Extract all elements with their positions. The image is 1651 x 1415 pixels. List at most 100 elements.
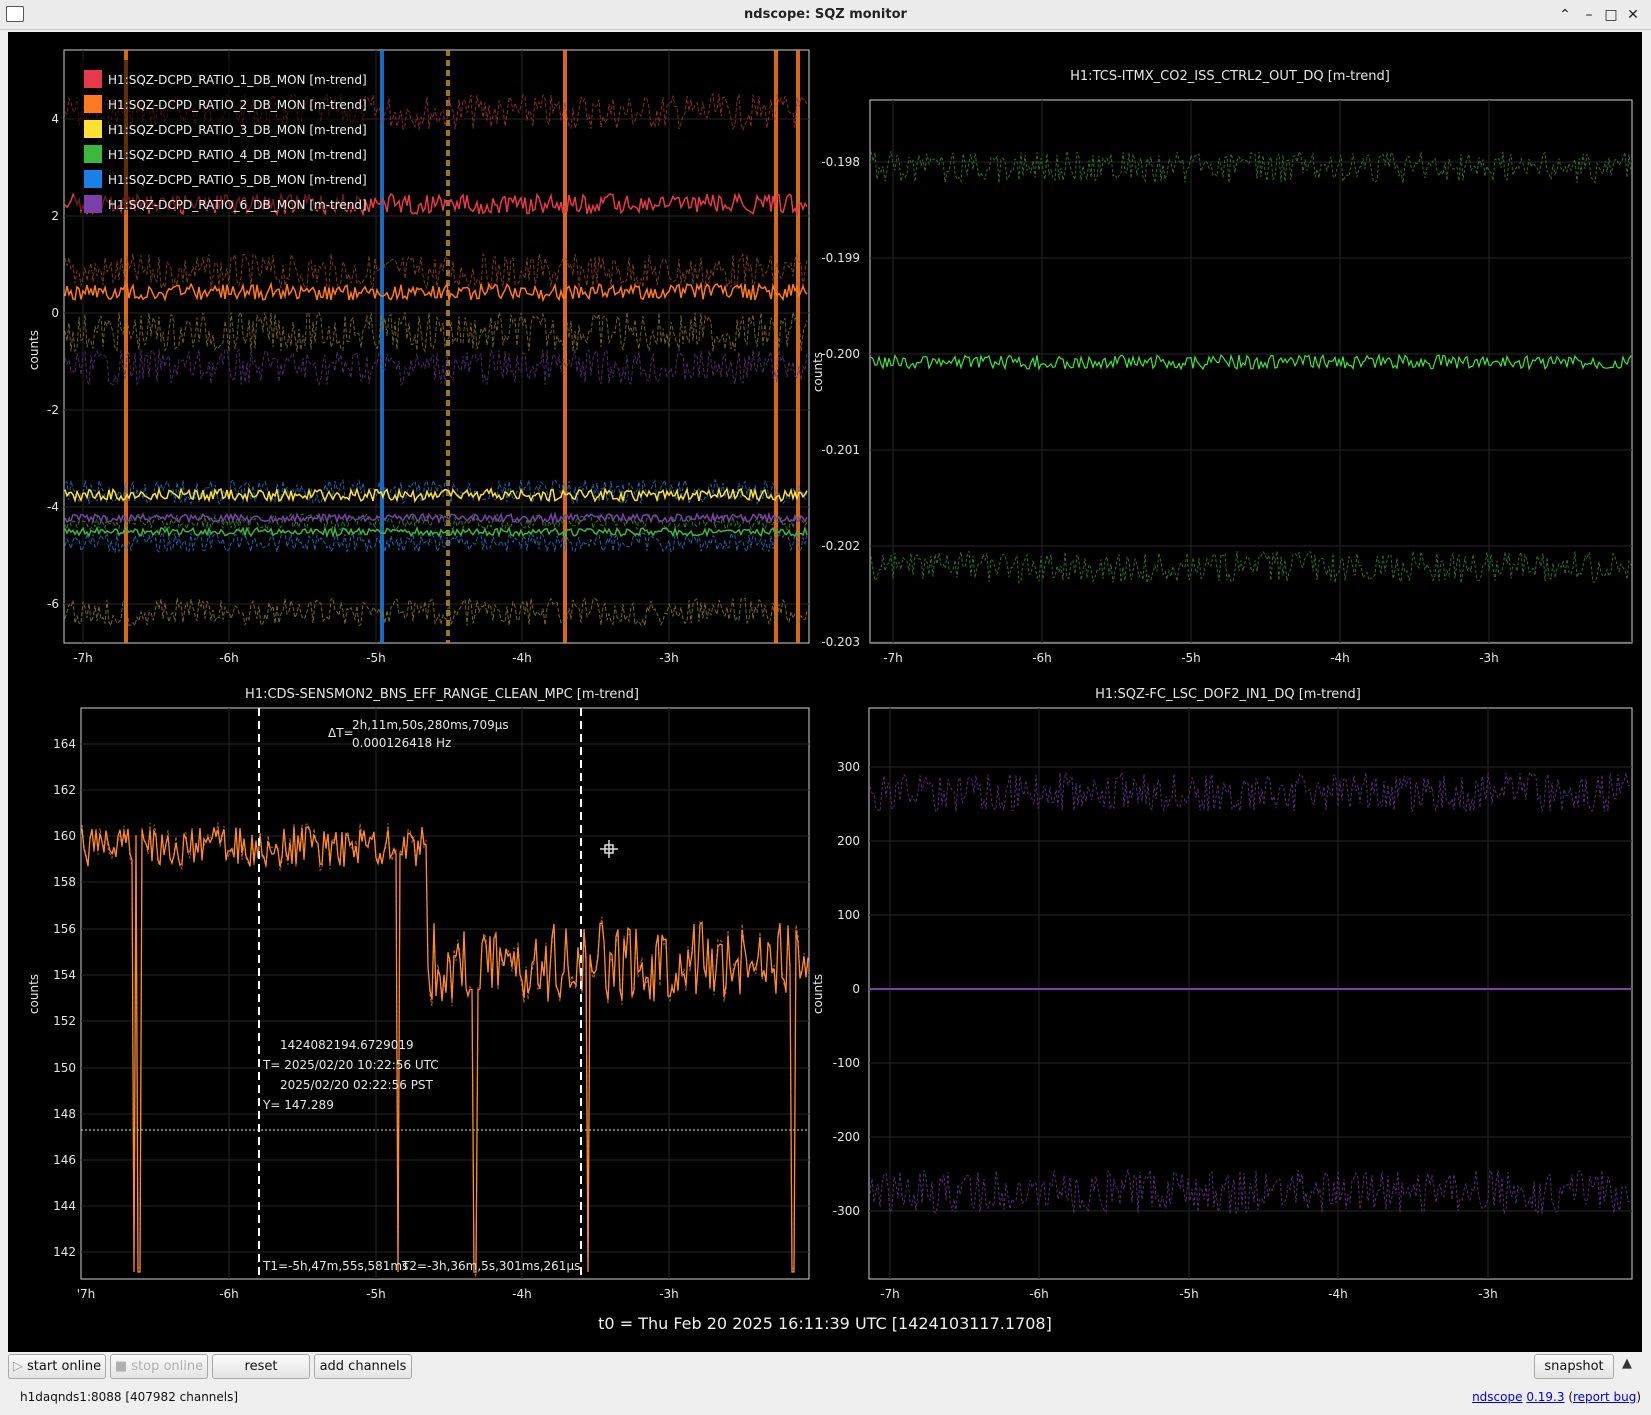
plot-bottom-right[interactable]: H1:SQZ-FC_LSC_DOF2_IN1_DQ [m-trend] 300 2… — [811, 687, 1633, 1301]
y-tick-label: 200 — [837, 834, 860, 848]
plot-title: H1:TCS-ITMX_CO2_ISS_CTRL2_OUT_DQ [m-tren… — [1070, 69, 1390, 84]
x-tick-label: -5h — [1181, 651, 1201, 665]
y-tick-label: 142 — [53, 1245, 76, 1259]
y-tick-label: -100 — [833, 1056, 860, 1070]
y-axis-label: counts — [811, 974, 825, 1014]
legend-swatch — [84, 170, 102, 188]
x-tick-label: -3h — [1478, 1287, 1498, 1301]
close-icon[interactable]: ✕ — [1624, 6, 1642, 24]
plot-top-left[interactable]: H1:SQZ-DCPD_RATIO_1_DB_MON [m-trend] H1:S… — [27, 49, 810, 665]
legend-item[interactable]: H1:SQZ-DCPD_RATIO_6_DB_MON [m-trend] — [108, 198, 367, 212]
y-tick-label: 4 — [51, 112, 59, 126]
add-channels-button[interactable]: add channels — [314, 1354, 412, 1379]
y-axis-label: counts — [811, 352, 825, 392]
t0-label: t0 = Thu Feb 20 2025 16:11:39 UTC [14241… — [598, 1314, 1052, 1333]
legend: H1:SQZ-DCPD_RATIO_1_DB_MON [m-trend] H1:S… — [74, 60, 367, 213]
y-tick-label: -0.201 — [821, 443, 860, 457]
x-tick-label: -7h — [73, 651, 93, 665]
y-tick-label: 0 — [852, 982, 860, 996]
legend-swatch — [84, 195, 102, 213]
y-tick-labels: 164 162 160 158 156 154 152 150 148 146 144 142 — [53, 737, 76, 1259]
y-tick-labels: -0.198 -0.199 -0.200 -0.201 -0.202 -0.203 — [821, 155, 860, 649]
legend-item[interactable]: H1:SQZ-DCPD_RATIO_5_DB_MON [m-trend] — [108, 173, 367, 187]
y-axis-label: counts — [27, 974, 41, 1014]
cursor-gps: 1424082194.6729019 — [280, 1038, 414, 1052]
y-tick-labels: 300 200 100 0 -100 -200 -300 — [833, 760, 860, 1218]
window-titlebar: ndscope: SQZ monitor ⌃ – □ ✕ — [0, 0, 1651, 30]
x-tick-label: -4h — [512, 1287, 532, 1301]
x-tick-labels: '7h -6h -5h -4h -3h — [77, 1287, 679, 1301]
y-tick-label: 164 — [53, 737, 76, 751]
y-tick-label: 162 — [53, 783, 76, 797]
server-status: h1daqnds1:8088 [407982 channels] — [20, 1390, 239, 1404]
window-title: ndscope: SQZ monitor — [744, 7, 907, 22]
y-tick-label: -0.202 — [821, 539, 860, 553]
y-tick-label: -0.200 — [821, 347, 860, 361]
y-tick-label: 160 — [53, 829, 76, 843]
footer-links: ndscope 0.19.3 (report bug) — [1472, 1390, 1641, 1404]
reset-button[interactable]: reset — [212, 1354, 310, 1379]
plot-title: H1:CDS-SENSMON2_BNS_EFF_RANGE_CLEAN_MPC … — [245, 687, 639, 702]
report-bug-link[interactable]: report bug — [1573, 1390, 1636, 1404]
x-tick-label: -5h — [1179, 1287, 1199, 1301]
x-tick-label: -4h — [1328, 1287, 1348, 1301]
y-tick-label: 156 — [53, 922, 76, 936]
shade-icon[interactable]: ⌃ — [1556, 6, 1574, 24]
x-tick-label: -6h — [1029, 1287, 1049, 1301]
legend-swatch — [84, 70, 102, 88]
y-tick-label: 148 — [53, 1107, 76, 1121]
y-tick-label: 154 — [53, 968, 76, 982]
scope-area[interactable]: H1:SQZ-DCPD_RATIO_1_DB_MON [m-trend] H1:S… — [8, 32, 1642, 1352]
x-tick-label: -5h — [366, 651, 386, 665]
y-tick-label: -2 — [47, 403, 59, 417]
y-tick-label: 100 — [837, 908, 860, 922]
legend-item[interactable]: H1:SQZ-DCPD_RATIO_3_DB_MON [m-trend] — [108, 123, 367, 137]
stop-icon: ■ — [114, 1359, 132, 1374]
x-tick-label: -7h — [883, 651, 903, 665]
ndscope-link[interactable]: ndscope — [1472, 1390, 1522, 1404]
delta-t-value: 2h,11m,50s,280ms,709µs — [352, 718, 509, 732]
start-online-button[interactable]: ▷ start online — [8, 1354, 106, 1379]
plot-bottom-left[interactable]: H1:CDS-SENSMON2_BNS_EFF_RANGE_CLEAN_MPC … — [27, 687, 810, 1301]
plot-top-right[interactable]: H1:TCS-ITMX_CO2_ISS_CTRL2_OUT_DQ [m-tren… — [811, 69, 1633, 665]
collapse-arrow-icon[interactable]: ▲ — [1622, 1356, 1632, 1371]
x-tick-label: -3h — [659, 651, 679, 665]
y-tick-label: 300 — [837, 760, 860, 774]
cursor-time-utc: T= 2025/02/20 10:22:56 UTC — [262, 1058, 439, 1072]
y-tick-label: 146 — [53, 1153, 76, 1167]
minimize-icon[interactable]: – — [1580, 6, 1598, 24]
cursor-t1-label: T1=-5h,47m,55s,581ms — [262, 1259, 408, 1273]
legend-item[interactable]: H1:SQZ-DCPD_RATIO_4_DB_MON [m-trend] — [108, 148, 367, 162]
x-tick-label: -7h — [880, 1287, 900, 1301]
x-tick-labels: -7h -6h -5h -4h -3h — [880, 1287, 1498, 1301]
legend-item[interactable]: H1:SQZ-DCPD_RATIO_1_DB_MON [m-trend] — [108, 73, 367, 87]
x-tick-label: -5h — [366, 1287, 386, 1301]
y-tick-label: 144 — [53, 1199, 76, 1213]
y-tick-labels: 4 2 0 -2 -4 -6 — [47, 112, 59, 611]
x-tick-label: -4h — [512, 651, 532, 665]
version-link[interactable]: 0.19.3 — [1526, 1390, 1564, 1404]
snapshot-button[interactable]: snapshot — [1534, 1354, 1614, 1379]
y-tick-label: -0.203 — [821, 635, 860, 649]
x-tick-labels: -7h -6h -5h -4h -3h — [73, 651, 679, 665]
play-icon: ▷ — [12, 1359, 28, 1374]
delta-f-value: 0.000126418 Hz — [352, 736, 451, 750]
x-tick-label: -6h — [1032, 651, 1052, 665]
y-tick-label: -0.199 — [821, 251, 860, 265]
legend-item[interactable]: H1:SQZ-DCPD_RATIO_2_DB_MON [m-trend] — [108, 98, 367, 112]
cursor-t2-label: T2=-3h,36m,5s,301ms,261µs — [401, 1259, 580, 1273]
delta-t-label: ΔT= — [328, 726, 354, 740]
stop-online-button[interactable]: ■ stop online — [110, 1354, 208, 1379]
maximize-icon[interactable]: □ — [1602, 6, 1620, 24]
x-tick-labels: -7h -6h -5h -4h -3h — [883, 651, 1499, 665]
y-tick-label: -200 — [833, 1130, 860, 1144]
legend-swatch — [84, 145, 102, 163]
y-tick-label: -300 — [833, 1204, 860, 1218]
x-tick-label: -3h — [1479, 651, 1499, 665]
x-tick-label: -6h — [219, 1287, 239, 1301]
y-tick-label: -6 — [47, 597, 59, 611]
x-tick-label: -4h — [1330, 651, 1350, 665]
x-tick-label: '7h — [77, 1287, 96, 1301]
legend-swatch — [84, 120, 102, 138]
cursor-y-value: Y= 147.289 — [262, 1098, 334, 1112]
